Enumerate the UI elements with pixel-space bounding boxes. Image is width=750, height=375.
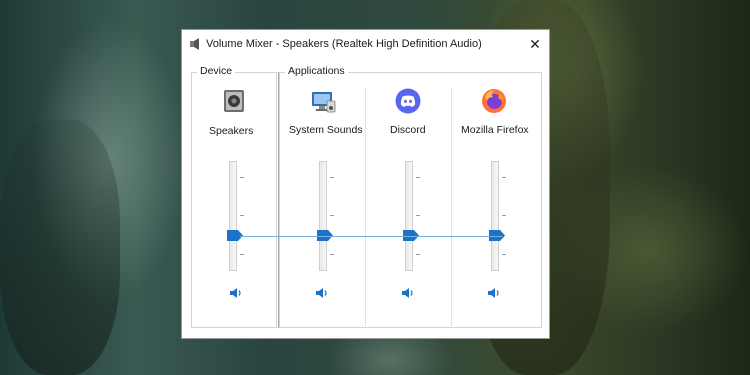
channel-speakers: Speakers <box>191 72 277 326</box>
slider-track <box>491 161 499 271</box>
mute-button-speaker-icon[interactable] <box>315 286 329 300</box>
level-link-line <box>240 236 502 237</box>
slider-tick <box>240 177 244 178</box>
channel-label: Discord <box>390 124 426 136</box>
slider-tick <box>240 215 244 216</box>
channel-discord: Discord <box>365 72 452 326</box>
channel-label: Speakers <box>209 125 254 137</box>
firefox-icon <box>482 89 506 113</box>
slider-tick <box>502 254 506 255</box>
slider-track <box>405 161 413 271</box>
slider-tick <box>330 254 334 255</box>
volume-slider[interactable] <box>401 161 431 271</box>
slider-tick <box>330 177 334 178</box>
window-title: Volume Mixer - Speakers (Realtek High De… <box>206 38 482 50</box>
slider-tick <box>240 254 244 255</box>
volume-slider[interactable] <box>315 161 345 271</box>
slider-tick <box>416 215 420 216</box>
slider-track <box>319 161 327 271</box>
slider-tick <box>330 215 334 216</box>
close-button[interactable]: ✕ <box>522 32 548 56</box>
channel-system-sounds: System Sounds <box>279 72 366 326</box>
slider-tick <box>502 215 506 216</box>
volume-slider[interactable] <box>225 161 255 271</box>
channel-label: Mozilla Firefox <box>461 124 529 136</box>
slider-tick <box>502 177 506 178</box>
slider-tick <box>416 254 420 255</box>
speaker-icon <box>190 38 199 50</box>
discord-icon <box>395 88 421 114</box>
slider-tick <box>416 177 420 178</box>
mute-button-speaker-icon[interactable] <box>401 286 415 300</box>
mute-button-speaker-icon[interactable] <box>229 286 243 300</box>
channel-label: System Sounds <box>289 124 363 136</box>
slider-track <box>229 161 237 271</box>
volume-slider[interactable] <box>487 161 517 271</box>
wallpaper-cliff <box>0 120 120 375</box>
system-sounds-icon <box>312 92 336 113</box>
channel-firefox: Mozilla Firefox <box>451 72 540 326</box>
title-bar[interactable]: Volume Mixer - Speakers (Realtek High De… <box>182 30 549 58</box>
mute-button-speaker-icon[interactable] <box>487 286 501 300</box>
volume-mixer-window: Volume Mixer - Speakers (Realtek High De… <box>181 29 550 339</box>
speaker-device-icon <box>224 90 244 112</box>
